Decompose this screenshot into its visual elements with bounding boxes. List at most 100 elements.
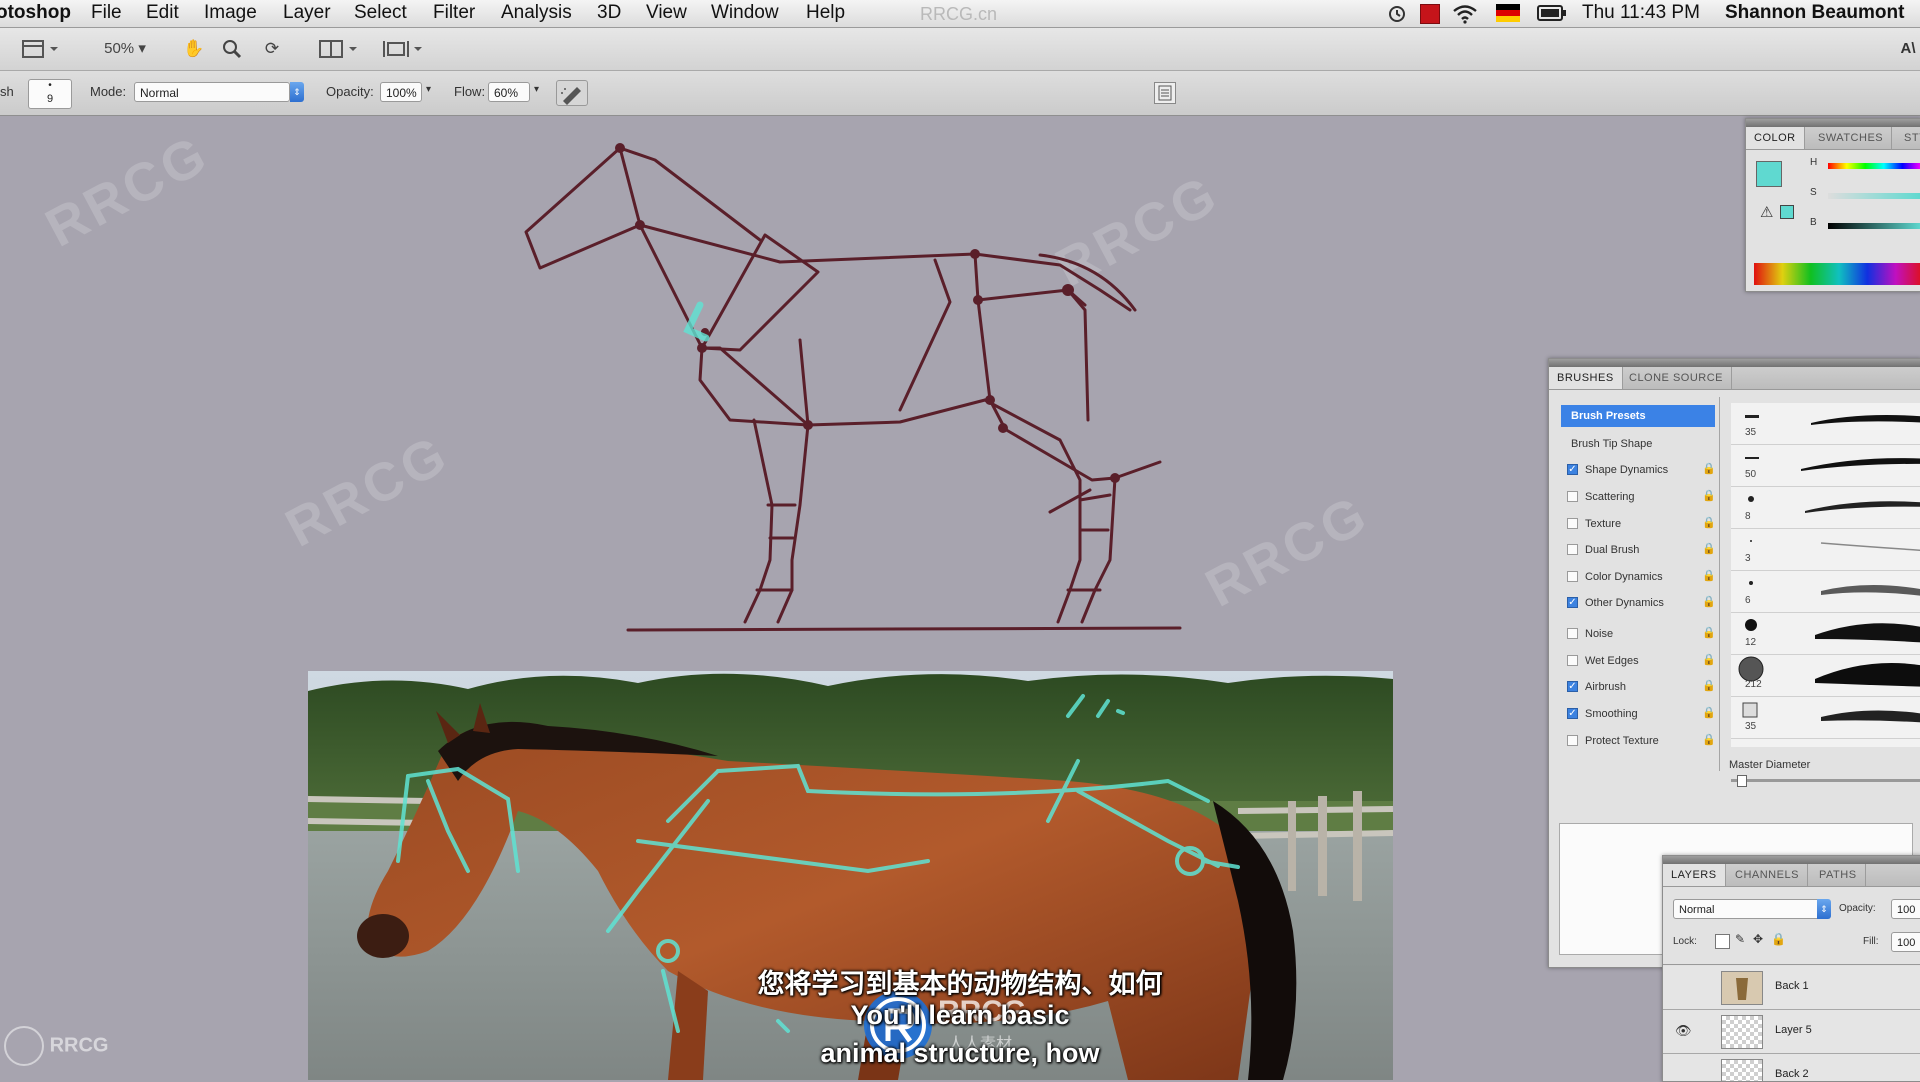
brush-size-label: 35 — [1745, 721, 1757, 732]
saturation-slider[interactable] — [1828, 193, 1920, 199]
lock-icon[interactable]: 🔒 — [1702, 654, 1716, 667]
brush-preview — [1745, 619, 1920, 643]
brush-preset-row[interactable]: 12 — [1731, 613, 1920, 655]
brush-option-dual-brush[interactable]: Dual Brush 🔒 — [1561, 539, 1716, 561]
channel-s-label: S — [1810, 187, 1817, 198]
foreground-color-swatch[interactable] — [1756, 161, 1782, 187]
brush-size-label: 212 — [1745, 679, 1762, 690]
brush-option-label: Shape Dynamics — [1585, 464, 1669, 476]
brush-tip-shape-item[interactable]: Brush Tip Shape — [1571, 433, 1652, 455]
brush-option-noise[interactable]: Noise 🔒 — [1561, 623, 1716, 645]
fill-field[interactable]: 100 — [1891, 932, 1920, 952]
brush-option-other-dynamics[interactable]: ✓ Other Dynamics 🔒 — [1561, 592, 1716, 614]
brush-presets-item[interactable]: Brush Presets — [1561, 405, 1715, 427]
panel-divider — [1719, 397, 1720, 771]
checkbox[interactable] — [1567, 518, 1578, 529]
brush-option-color-dynamics[interactable]: Color Dynamics 🔒 — [1561, 566, 1716, 588]
brush-option-scattering[interactable]: Scattering 🔒 — [1561, 486, 1716, 508]
blend-mode-arrow-icon[interactable]: ⇕ — [1817, 899, 1831, 919]
color-panel: COLOR SWATCHES STYL ⚠ H S B — [1745, 118, 1920, 292]
brushes-panel-titlebar[interactable] — [1549, 359, 1920, 367]
brush-preview — [1750, 540, 1920, 552]
master-diameter-slider-handle[interactable] — [1737, 775, 1747, 787]
lock-icon[interactable]: 🔒 — [1702, 543, 1716, 556]
subtitle-english-line2: animal structure, how — [820, 1038, 1100, 1068]
lock-image-icon[interactable]: ✎ — [1735, 932, 1745, 946]
brush-preview — [1745, 415, 1920, 425]
brush-option-wet-edges[interactable]: Wet Edges 🔒 — [1561, 650, 1716, 672]
layer-opacity-value: 100 — [1897, 904, 1916, 916]
brush-preset-row[interactable]: 35 — [1731, 403, 1920, 445]
brush-option-label: Noise — [1585, 628, 1614, 640]
tab-brushes[interactable]: BRUSHES — [1549, 367, 1623, 389]
lock-icon[interactable]: 🔒 — [1702, 734, 1716, 747]
color-panel-titlebar[interactable] — [1746, 119, 1920, 127]
fill-label: Fill: — [1863, 936, 1879, 947]
lock-transparent-icon[interactable] — [1715, 934, 1730, 949]
brush-option-shape-dynamics[interactable]: ✓ Shape Dynamics 🔒 — [1561, 459, 1716, 481]
checkbox[interactable] — [1567, 655, 1578, 666]
hue-slider[interactable] — [1828, 163, 1920, 169]
brushes-panel-tabs: BRUSHES CLONE SOURCE — [1549, 367, 1920, 390]
tab-clone-source[interactable]: CLONE SOURCE — [1621, 367, 1733, 389]
tab-styles[interactable]: STYL — [1896, 127, 1920, 149]
lock-icon[interactable]: 🔒 — [1702, 680, 1716, 693]
fill-value: 100 — [1897, 937, 1916, 949]
brush-preview — [1745, 457, 1920, 471]
color-panel-tabs: COLOR SWATCHES STYL — [1746, 127, 1920, 150]
brush-preset-row[interactable]: 6 — [1731, 571, 1920, 613]
brush-option-smoothing[interactable]: ✓ Smoothing 🔒 — [1561, 703, 1716, 725]
tab-swatches[interactable]: SWATCHES — [1810, 127, 1893, 149]
lock-all-icon[interactable]: 🔒 — [1771, 932, 1786, 946]
brush-preset-row[interactable]: 3 — [1731, 529, 1920, 571]
brush-option-airbrush[interactable]: ✓ Airbrush 🔒 — [1561, 676, 1716, 698]
brush-size-label: 8 — [1745, 511, 1751, 522]
brush-option-protect-texture[interactable]: Protect Texture 🔒 — [1561, 730, 1716, 752]
lock-icon[interactable]: 🔒 — [1702, 570, 1716, 583]
checkbox[interactable] — [1567, 544, 1578, 555]
web-safe-color-icon[interactable] — [1780, 205, 1794, 219]
lock-icon[interactable]: 🔒 — [1702, 463, 1716, 476]
layer-blend-mode-dropdown[interactable]: Normal — [1673, 899, 1821, 919]
checkbox[interactable] — [1567, 491, 1578, 502]
tab-color[interactable]: COLOR — [1746, 127, 1805, 149]
tab-layers[interactable]: LAYERS — [1663, 864, 1726, 886]
brush-option-texture[interactable]: Texture 🔒 — [1561, 513, 1716, 535]
lock-position-icon[interactable]: ✥ — [1753, 932, 1763, 946]
layer-name: Back 2 — [1775, 1068, 1809, 1080]
layer-blend-mode: Normal — [1679, 904, 1715, 916]
checkbox[interactable]: ✓ — [1567, 597, 1578, 608]
checkbox[interactable]: ✓ — [1567, 464, 1578, 475]
color-ramp[interactable] — [1754, 263, 1920, 285]
brush-preset-row[interactable]: 35 — [1731, 697, 1920, 739]
lock-icon[interactable]: 🔒 — [1702, 490, 1716, 503]
brush-preset-row[interactable]: 50 — [1731, 445, 1920, 487]
subtitle-english-line1: You'll learn basic — [850, 1000, 1070, 1030]
brush-size-label: 12 — [1745, 637, 1757, 648]
brush-size-label: 3 — [1745, 553, 1751, 564]
brush-option-label: Smoothing — [1585, 708, 1638, 720]
checkbox[interactable]: ✓ — [1567, 681, 1578, 692]
tab-paths[interactable]: PATHS — [1811, 864, 1866, 886]
brush-option-label: Color Dynamics — [1585, 571, 1663, 583]
layer-opacity-field[interactable]: 100 — [1891, 899, 1920, 919]
lock-icon[interactable]: 🔒 — [1702, 707, 1716, 720]
lock-icon[interactable]: 🔒 — [1702, 627, 1716, 640]
brush-option-label: Texture — [1585, 518, 1622, 530]
checkbox[interactable] — [1567, 571, 1578, 582]
brush-option-label: Dual Brush — [1585, 544, 1640, 556]
master-diameter-slider[interactable] — [1731, 779, 1920, 782]
lock-icon[interactable]: 🔒 — [1702, 517, 1716, 530]
brush-option-label: Wet Edges — [1585, 655, 1639, 667]
brush-preset-row[interactable]: 8 — [1731, 487, 1920, 529]
lock-icon[interactable]: 🔒 — [1702, 596, 1716, 609]
brush-preview — [1742, 702, 1920, 723]
tab-channels[interactable]: CHANNELS — [1727, 864, 1808, 886]
out-of-gamut-warning-icon[interactable]: ⚠ — [1760, 203, 1773, 221]
brush-preset-row[interactable]: 212 — [1731, 655, 1920, 697]
brightness-slider[interactable] — [1828, 223, 1920, 229]
layers-panel-titlebar[interactable] — [1663, 856, 1920, 864]
checkbox[interactable] — [1567, 628, 1578, 639]
checkbox[interactable] — [1567, 735, 1578, 746]
checkbox[interactable]: ✓ — [1567, 708, 1578, 719]
